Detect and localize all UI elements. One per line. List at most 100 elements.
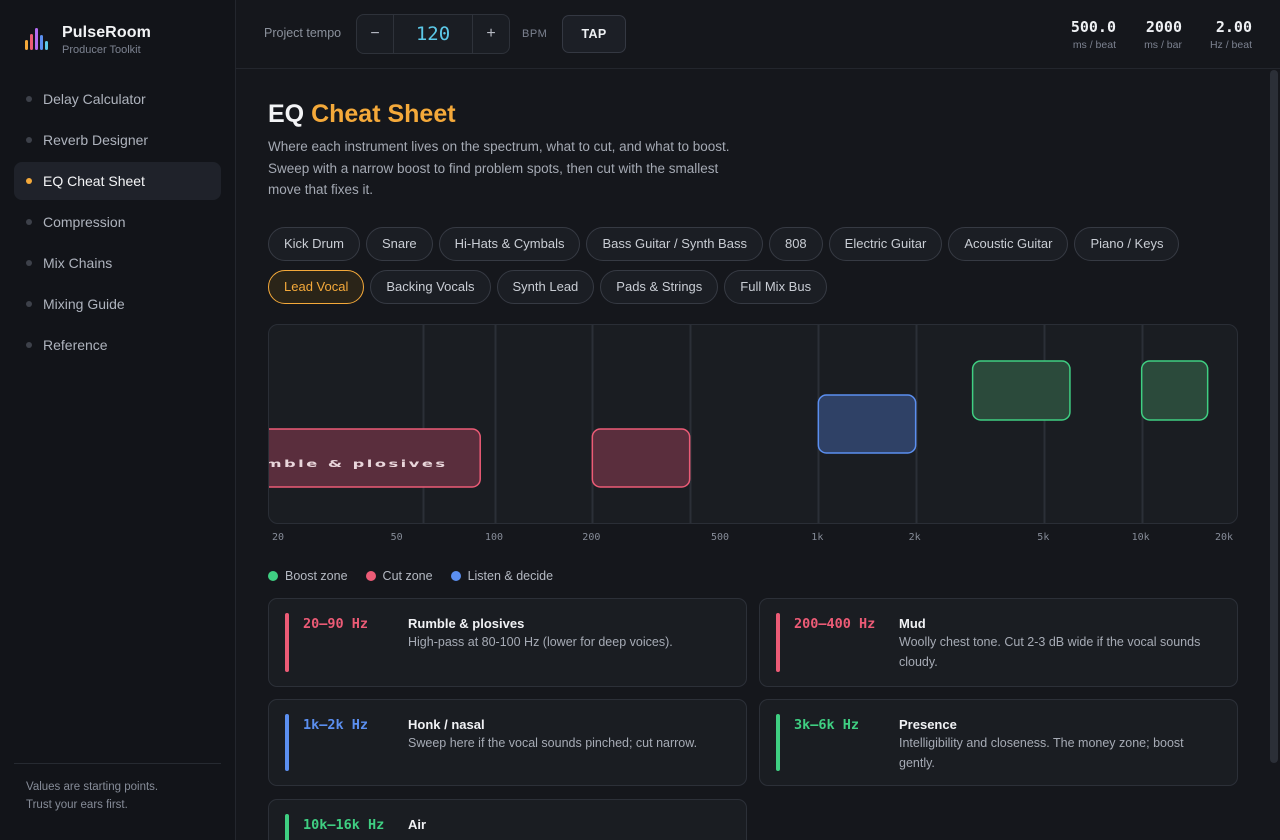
nav-dot-icon bbox=[26, 137, 32, 143]
eq-zone-boost[interactable] bbox=[1140, 360, 1209, 421]
instrument-chip-backing-vocals[interactable]: Backing Vocals bbox=[370, 270, 491, 304]
sidebar-item-mixing-guide[interactable]: Mixing Guide bbox=[14, 285, 221, 323]
frequency-card[interactable]: 20–90 Hz Rumble & plosives High-pass at 80… bbox=[268, 598, 747, 687]
scrollbar[interactable] bbox=[1270, 70, 1278, 763]
instrument-chip-synth-lead[interactable]: Synth Lead bbox=[496, 270, 595, 304]
legend-swatch-icon bbox=[268, 571, 278, 581]
app-subtitle: Producer Toolkit bbox=[62, 44, 141, 56]
instrument-chip-hi-hats-cymbals[interactable]: Hi-Hats & Cymbals bbox=[438, 227, 581, 261]
frequency-tick-label: 200 bbox=[582, 532, 601, 543]
stat-unit: ms / beat bbox=[1072, 39, 1116, 51]
instrument-selector: Kick Drum Snare Hi-Hats & Cymbals Bass Guit… bbox=[268, 227, 1208, 313]
instrument-chip-full-mix-bus[interactable]: Full Mix Bus bbox=[724, 270, 828, 304]
zone-overflow-label: Rumble & plosives bbox=[269, 459, 447, 470]
sidebar-item-label: Mix Chains bbox=[43, 255, 113, 271]
tempo-decrement-button[interactable]: − bbox=[357, 15, 393, 53]
frequency-tick-label: 10k bbox=[1131, 532, 1150, 543]
stat-unit: Hz / beat bbox=[1209, 39, 1252, 51]
tempo-increment-button[interactable]: + bbox=[473, 15, 509, 53]
instrument-chip-808[interactable]: 808 bbox=[768, 227, 823, 261]
sidebar-item-compression[interactable]: Compression bbox=[14, 203, 221, 241]
card-frequency-range: 1k–2k Hz bbox=[303, 717, 369, 733]
frequency-card[interactable]: 1k–2k Hz Honk / nasal Sweep here if the vo… bbox=[268, 699, 747, 786]
frequency-card[interactable]: 10k–16k Hz Air bbox=[268, 799, 747, 840]
sidebar-item-label: Reverb Designer bbox=[43, 132, 149, 148]
eq-spectrum: Rumble & plosives bbox=[268, 324, 1238, 524]
sidebar-item-delay-calculator[interactable]: Delay Calculator bbox=[14, 80, 221, 118]
stat-unit: ms / bar bbox=[1144, 39, 1182, 51]
tempo-stepper: − 120 + bbox=[356, 14, 510, 54]
spectrum-graph: Rumble & plosives bbox=[269, 325, 1209, 523]
eq-zone-listen[interactable] bbox=[817, 394, 917, 454]
legend-label: Listen & decide bbox=[467, 569, 554, 583]
sidebar-item-label: Delay Calculator bbox=[43, 91, 146, 107]
frequency-card[interactable]: 200–400 Hz Mud Woolly chest tone. Cut 2-3 … bbox=[759, 598, 1238, 687]
card-title: Mud bbox=[899, 616, 926, 631]
tempo-input[interactable]: 120 bbox=[393, 15, 473, 53]
instrument-chip-kick-drum[interactable]: Kick Drum bbox=[268, 227, 360, 261]
frequency-tick-label: 5k bbox=[1037, 532, 1050, 543]
sidebar-item-label: Compression bbox=[43, 214, 126, 230]
sidebar-item-reverb-designer[interactable]: Reverb Designer bbox=[14, 121, 221, 159]
card-accent-bar bbox=[285, 714, 289, 771]
sidebar-item-label: EQ Cheat Sheet bbox=[43, 173, 145, 189]
card-accent-bar bbox=[285, 814, 289, 840]
sidebar: PulseRoom Producer Toolkit Delay Calcula… bbox=[0, 0, 236, 840]
card-body: Honk / nasal Sweep here if the vocal soun… bbox=[408, 717, 730, 754]
page-title-accent: Cheat Sheet bbox=[311, 100, 456, 128]
legend-label: Cut zone bbox=[382, 569, 433, 583]
eq-zone-cut[interactable] bbox=[269, 428, 481, 488]
nav-dot-icon bbox=[26, 260, 32, 266]
card-frequency-range: 200–400 Hz bbox=[794, 616, 876, 632]
sidebar-item-eq-cheat-sheet[interactable]: EQ Cheat Sheet bbox=[14, 162, 221, 200]
brand[interactable]: PulseRoom Producer Toolkit bbox=[24, 24, 151, 56]
stat-value: 2000 bbox=[1145, 18, 1182, 36]
sidebar-nav: Delay Calculator Reverb Designer EQ Cheat … bbox=[14, 80, 221, 367]
app-name: PulseRoom bbox=[62, 24, 151, 41]
instrument-chip-acoustic-guitar[interactable]: Acoustic Guitar bbox=[948, 227, 1069, 261]
legend-item: Listen & decide bbox=[450, 569, 554, 583]
card-title: Rumble & plosives bbox=[408, 616, 525, 631]
tap-tempo-button[interactable]: TAP bbox=[562, 15, 626, 53]
card-body: Air bbox=[408, 817, 730, 832]
frequency-tick-label: 1k bbox=[811, 532, 824, 543]
stat-hz-per-beat: 2.00 Hz / beat bbox=[1210, 18, 1252, 51]
card-accent-bar bbox=[776, 714, 780, 771]
page-description: Where each instrument lives on the spect… bbox=[268, 139, 730, 197]
nav-dot-icon bbox=[26, 178, 32, 184]
frequency-tick-label: 20k bbox=[1214, 532, 1234, 543]
card-frequency-range: 20–90 Hz bbox=[303, 616, 369, 632]
frequency-tick-label: 500 bbox=[710, 532, 730, 543]
instrument-chip-electric-guitar[interactable]: Electric Guitar bbox=[828, 227, 943, 261]
card-body: Mud Woolly chest tone. Cut 2-3 dB wide if… bbox=[899, 616, 1221, 672]
tempo-label: Project tempo bbox=[264, 26, 342, 40]
card-description: Intelligibility and closeness. The money… bbox=[899, 736, 1184, 770]
instrument-chip-snare[interactable]: Snare bbox=[365, 227, 433, 261]
card-frequency-range: 10k–16k Hz bbox=[303, 817, 385, 833]
eq-zone-cut[interactable] bbox=[591, 428, 691, 488]
eq-zone-boost[interactable] bbox=[971, 360, 1071, 421]
sidebar-item-reference[interactable]: Reference bbox=[14, 326, 221, 364]
legend-swatch-icon bbox=[450, 571, 461, 581]
pulse-logo-icon bbox=[24, 27, 50, 53]
frequency-tick-label: 2k bbox=[908, 532, 921, 543]
frequency-tick-label: 100 bbox=[484, 532, 504, 543]
instrument-chip-bass-guitar-synth-bass[interactable]: Bass Guitar / Synth Bass bbox=[586, 227, 763, 261]
card-title: Honk / nasal bbox=[408, 717, 485, 732]
instrument-chip-piano-keys[interactable]: Piano / Keys bbox=[1074, 227, 1180, 261]
instrument-chip-pads-strings[interactable]: Pads & Strings bbox=[600, 270, 719, 304]
card-description: High-pass at 80-100 Hz (lower for deep v… bbox=[408, 635, 673, 649]
card-description: Woolly chest tone. Cut 2-3 dB wide if th… bbox=[899, 635, 1201, 669]
instrument-chip-lead-vocal[interactable]: Lead Vocal bbox=[268, 270, 365, 304]
frequency-tick-label: 50 bbox=[390, 532, 403, 543]
card-accent-bar bbox=[776, 613, 780, 672]
frequency-axis: 20 50 100 200 500 1k 2k 5k 10k 20k bbox=[268, 532, 1238, 546]
frequency-tick-label: 20 bbox=[271, 532, 285, 543]
frequency-card[interactable]: 3k–6k Hz Presence Intelligibility and clos… bbox=[759, 699, 1238, 786]
nav-dot-icon bbox=[26, 96, 32, 102]
legend: Boost zone Cut zone Listen & decide bbox=[268, 569, 571, 583]
sidebar-item-mix-chains[interactable]: Mix Chains bbox=[14, 244, 221, 282]
legend-swatch-icon bbox=[365, 571, 376, 581]
stat-value: 500.0 bbox=[1070, 18, 1116, 36]
tempo-bar: Project tempo − 120 + BPM TAP 500.0 ms /… bbox=[236, 0, 1280, 69]
